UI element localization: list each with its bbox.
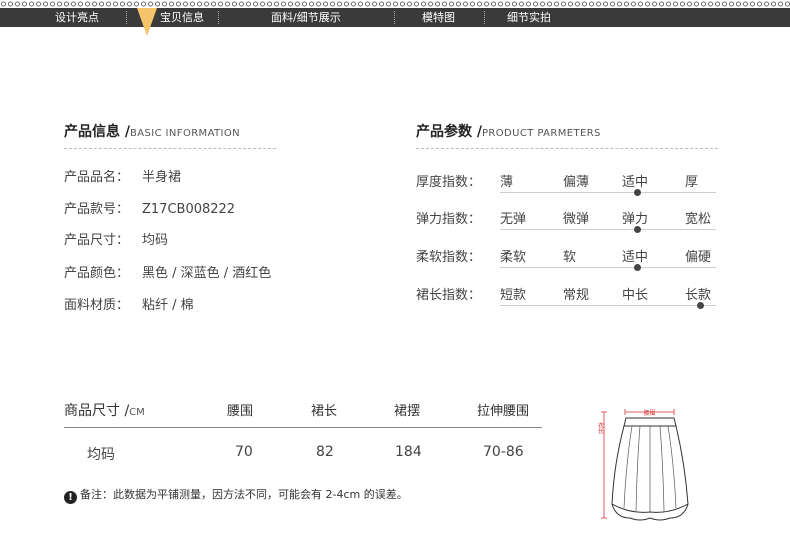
param-indicator-dot: [634, 189, 641, 196]
param-scale-line: [500, 192, 716, 193]
chain-decoration: [0, 1, 790, 7]
info-value: 黑色 / 深蓝色 / 酒红色: [142, 266, 272, 281]
nav-separator: [126, 11, 127, 24]
params-title-en: PRODUCT PARMETERS: [482, 128, 601, 139]
param-scale-line: [500, 305, 716, 306]
size-table-header-first: 商品尺寸 /CM: [64, 400, 145, 420]
length-label: 衣长: [597, 421, 604, 435]
skirt-diagram: 腰围 衣长: [597, 409, 689, 521]
param-option: 适中: [622, 175, 649, 190]
param-option: 软: [563, 250, 577, 265]
params-title-cn: 产品参数 /: [416, 124, 482, 140]
param-option: 柔软: [500, 250, 527, 265]
info-row-size: 产品尺寸： 均码: [64, 229, 168, 248]
param-option: 偏薄: [563, 175, 590, 190]
size-unit: CM: [129, 407, 145, 418]
param-option: 适中: [622, 250, 649, 265]
nav-separator: [484, 11, 485, 24]
param-scale-line: [500, 267, 716, 268]
param-option: 无弹: [500, 212, 527, 227]
param-option: 短款: [500, 288, 527, 303]
info-value: 半身裙: [142, 170, 182, 185]
info-key: 产品颜色：: [64, 266, 130, 281]
nav-item-model[interactable]: 模特图: [422, 8, 455, 27]
top-nav: 设计亮点 宝贝信息 面料/细节展示 模特图 细节实拍: [0, 0, 790, 36]
info-title: 产品信息 /BASIC INFORMATION: [64, 121, 240, 141]
warning-icon: !: [64, 491, 77, 504]
info-row-name: 产品品名： 半身裙: [64, 166, 181, 185]
param-label: 弹力指数：: [416, 212, 482, 227]
nav-bar: [0, 8, 790, 27]
info-title-en: BASIC INFORMATION: [130, 128, 241, 139]
param-option: 常规: [563, 288, 590, 303]
param-option: 长款: [685, 288, 712, 303]
param-option: 弹力: [622, 212, 649, 227]
nav-separator: [394, 11, 395, 24]
info-key: 产品尺寸：: [64, 233, 130, 248]
size-header-waist: 腰围: [227, 404, 254, 419]
info-row-color: 产品颜色： 黑色 / 深蓝色 / 酒红色: [64, 262, 271, 281]
info-key: 面料材质：: [64, 298, 130, 313]
size-header-stretch-waist: 拉伸腰围: [477, 404, 530, 419]
info-title-cn: 产品信息 /: [64, 124, 130, 140]
info-key: 产品款号：: [64, 202, 130, 217]
size-table-divider: [64, 427, 542, 428]
param-option: 中长: [622, 288, 649, 303]
size-header-hem: 裙摆: [394, 404, 421, 419]
param-indicator-dot: [634, 264, 641, 271]
nav-item-product-info[interactable]: 宝贝信息: [160, 8, 204, 27]
param-option: 微弹: [563, 212, 590, 227]
info-divider: [64, 148, 276, 149]
params-title: 产品参数 /PRODUCT PARMETERS: [416, 121, 601, 141]
size-cell-size: 均码: [87, 447, 115, 463]
nav-separator: [218, 11, 219, 24]
param-option: 薄: [500, 175, 514, 190]
size-header-label: 商品尺寸 /: [64, 403, 130, 419]
info-value: 粘纤 / 棉: [142, 298, 194, 313]
waist-label: 腰围: [643, 410, 655, 417]
param-scale-line: [500, 229, 716, 230]
info-row-material: 面料材质： 粘纤 / 棉: [64, 294, 194, 313]
nav-item-fabric[interactable]: 面料/细节展示: [271, 8, 341, 27]
params-divider: [416, 148, 718, 149]
param-label: 裙长指数：: [416, 288, 482, 303]
param-option: 厚: [685, 175, 699, 190]
size-header-length: 裙长: [311, 404, 338, 419]
nav-active-marker: [137, 8, 157, 36]
info-value: 均码: [142, 233, 169, 248]
info-row-sku: 产品款号： Z17CB008222: [64, 198, 235, 217]
size-cell-stretch-waist: 70-86: [483, 444, 524, 460]
nav-item-design[interactable]: 设计亮点: [55, 8, 99, 27]
size-cell-hem: 184: [395, 444, 422, 460]
param-indicator-dot: [634, 226, 641, 233]
param-option: 宽松: [685, 212, 712, 227]
measurement-note: ! 备注：此数据为平铺测量，因方法不同，可能会有 2-4cm 的误差。: [64, 486, 408, 504]
note-text: 备注：此数据为平铺测量，因方法不同，可能会有 2-4cm 的误差。: [80, 488, 408, 501]
param-label: 柔软指数：: [416, 250, 482, 265]
info-value: Z17CB008222: [142, 202, 236, 217]
param-label: 厚度指数：: [416, 175, 482, 190]
param-option: 偏硬: [685, 250, 712, 265]
info-key: 产品品名：: [64, 170, 130, 185]
size-cell-length: 82: [316, 444, 334, 460]
param-indicator-dot: [697, 302, 704, 309]
size-cell-waist: 70: [235, 444, 253, 460]
nav-item-detail-photos[interactable]: 细节实拍: [507, 8, 551, 27]
